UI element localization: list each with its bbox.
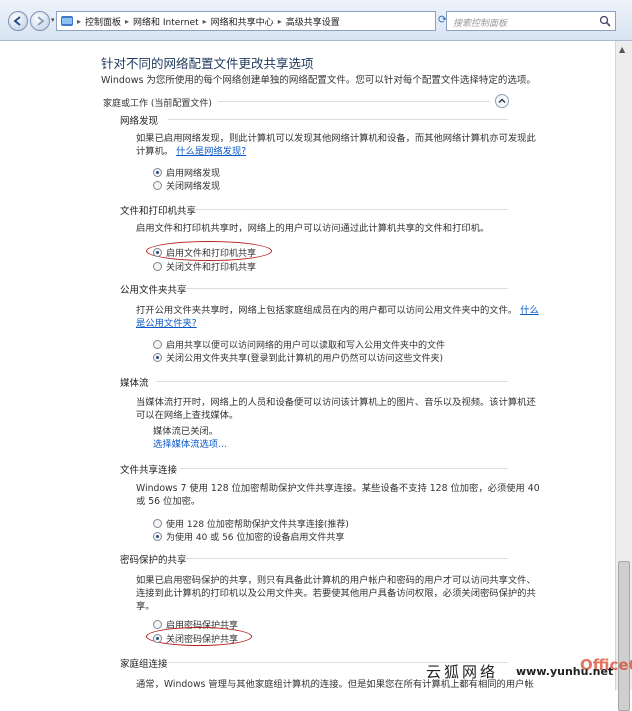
divider bbox=[192, 209, 508, 210]
radio-128-bit[interactable]: 使用 128 位加密帮助保护文件共享连接(推荐) bbox=[153, 517, 349, 530]
back-arrow-icon bbox=[13, 16, 21, 26]
radio-network-discovery-off[interactable]: 关闭网络发现 bbox=[153, 179, 220, 192]
radio-label: 使用 128 位加密帮助保护文件共享连接(推荐) bbox=[166, 520, 349, 530]
radio-public-folder-off[interactable]: 关闭公用文件夹共享(登录到此计算机的用户仍然可以访问这些文件夹) bbox=[153, 351, 443, 364]
address-bar[interactable]: ▸ 控制面板 ▸ 网络和 Internet ▸ 网络和共享中心 ▸ 高级共享设置 bbox=[56, 11, 436, 31]
watermark-url: www.yunhu.net bbox=[516, 665, 614, 678]
radio-selected-icon bbox=[153, 168, 162, 177]
radio-public-folder-on[interactable]: 启用共享以便可以访问网络的用户可以读取和写入公用文件夹中的文件 bbox=[153, 338, 445, 351]
watermark-text: 云狐网络 bbox=[426, 663, 499, 681]
divider bbox=[218, 101, 490, 102]
radio-selected-icon bbox=[153, 532, 162, 541]
breadcrumb-network-internet[interactable]: 网络和 Internet bbox=[130, 15, 202, 28]
scroll-up-icon[interactable]: ▲ bbox=[619, 45, 625, 54]
media-desc: 当媒体流打开时，网络上的人员和设备便可以访问该计算机上的图片、音乐以及视频。该计… bbox=[136, 397, 536, 408]
radio-unselected-icon bbox=[153, 181, 162, 190]
history-dropdown-icon[interactable]: ▾ bbox=[51, 16, 55, 24]
search-icon[interactable] bbox=[599, 15, 611, 27]
search-input[interactable]: 搜索控制面板 bbox=[446, 11, 616, 31]
divider bbox=[168, 119, 508, 120]
radio-label: 为使用 40 或 56 位加密的设备启用文件共享 bbox=[166, 533, 345, 543]
password-desc-2: 连接到此计算机的打印机以及公用文件夹。若要使其他用户具备访问权限，必须关闭密码保… bbox=[136, 588, 536, 599]
forward-arrow-icon bbox=[37, 16, 45, 26]
file-conn-desc: Windows 7 使用 128 位加密帮助保护文件共享连接。某些设备不支持 1… bbox=[136, 483, 540, 494]
radio-label: 关闭文件和打印机共享 bbox=[166, 263, 257, 273]
section-header-password-sharing: 密码保护的共享 bbox=[120, 555, 187, 566]
settings-content: 针对不同的网络配置文件更改共享选项 Windows 为您所使用的每个网络创建单独… bbox=[0, 41, 615, 690]
address-toolbar: ▾ ▸ 控制面板 ▸ 网络和 Internet ▸ 网络和共享中心 ▸ 高级共享… bbox=[0, 0, 632, 41]
radio-file-printer-on[interactable]: 启用文件和打印机共享 bbox=[153, 246, 256, 259]
divider bbox=[180, 468, 508, 469]
section-header-homegroup: 家庭组连接 bbox=[120, 659, 168, 670]
radio-file-printer-off[interactable]: 关闭文件和打印机共享 bbox=[153, 260, 256, 273]
divider bbox=[180, 288, 508, 289]
what-is-public-folder-link-2[interactable]: 是公用文件夹? bbox=[136, 318, 197, 329]
media-status: 媒体流已关闭。 bbox=[153, 426, 219, 437]
section-header-network-discovery: 网络发现 bbox=[120, 116, 159, 127]
file-printer-desc: 启用文件和打印机共享时，网络上的用户可以访问通过此计算机共享的文件和打印机。 bbox=[136, 223, 490, 234]
password-desc-3: 享。 bbox=[136, 601, 155, 612]
public-folder-desc: 打开公用文件夹共享时，网络上包括家庭组成员在内的用户都可以访问公用文件夹中的文件… bbox=[136, 305, 518, 316]
radio-password-off[interactable]: 关闭密码保护共享 bbox=[153, 632, 238, 645]
radio-label: 关闭网络发现 bbox=[166, 182, 221, 192]
what-is-public-folder-link[interactable]: 什么 bbox=[520, 305, 539, 316]
page-title: 针对不同的网络配置文件更改共享选项 bbox=[101, 56, 314, 71]
network-discovery-desc: 如果已启用网络发现，则此计算机可以发现其他网络计算机和设备，而其他网络计算机亦可… bbox=[136, 133, 536, 144]
search-placeholder: 搜索控制面板 bbox=[453, 19, 508, 29]
breadcrumb-control-panel[interactable]: 控制面板 bbox=[82, 15, 124, 28]
radio-label: 启用文件和打印机共享 bbox=[166, 249, 257, 259]
radio-unselected-icon bbox=[153, 620, 162, 629]
what-is-network-discovery-link[interactable]: 什么是网络发现? bbox=[176, 146, 246, 157]
radio-unselected-icon bbox=[153, 340, 162, 349]
file-conn-desc-2: 或 56 位加密。 bbox=[136, 496, 201, 507]
section-header-file-printer-sharing: 文件和打印机共享 bbox=[120, 206, 197, 217]
media-desc-2: 可以在网络上查找媒体。 bbox=[136, 410, 239, 421]
radio-label: 启用共享以便可以访问网络的用户可以读取和写入公用文件夹中的文件 bbox=[166, 341, 446, 351]
section-header-public-folder: 公用文件夹共享 bbox=[120, 285, 187, 296]
radio-unselected-icon bbox=[153, 262, 162, 271]
section-header-file-sharing-connections: 文件共享连接 bbox=[120, 465, 178, 476]
vertical-scrollbar[interactable]: ▲ bbox=[615, 41, 632, 711]
radio-label: 启用网络发现 bbox=[166, 169, 221, 179]
radio-label: 关闭公用文件夹共享(登录到此计算机的用户仍然可以访问这些文件夹) bbox=[166, 354, 444, 364]
radio-selected-icon bbox=[153, 634, 162, 643]
choose-media-options-link[interactable]: 选择媒体流选项... bbox=[153, 438, 227, 451]
control-panel-icon bbox=[61, 16, 73, 26]
radio-unselected-icon bbox=[153, 519, 162, 528]
section-header-media-streaming: 媒体流 bbox=[120, 378, 149, 389]
radio-40-56-bit[interactable]: 为使用 40 或 56 位加密的设备启用文件共享 bbox=[153, 530, 344, 543]
network-discovery-desc-2: 计算机。 bbox=[136, 146, 174, 157]
profile-header[interactable]: 家庭或工作 (当前配置文件) bbox=[103, 96, 212, 109]
watermark: Office66 云狐网络 www.yunhu.net bbox=[420, 656, 632, 690]
radio-selected-icon bbox=[153, 248, 162, 257]
radio-selected-icon bbox=[153, 353, 162, 362]
radio-label: 关闭密码保护共享 bbox=[166, 635, 239, 645]
divider bbox=[180, 558, 508, 559]
page-intro: Windows 为您所使用的每个网络创建单独的网络配置文件。您可以针对每个配置文… bbox=[101, 75, 536, 86]
breadcrumb-network-sharing-center[interactable]: 网络和共享中心 bbox=[208, 15, 277, 28]
back-button[interactable] bbox=[8, 11, 28, 31]
chevron-up-icon bbox=[498, 98, 506, 103]
password-desc: 如果已启用密码保护的共享，则只有具备此计算机的用户帐户和密码的用户才可以访问共享… bbox=[136, 575, 536, 586]
forward-button[interactable] bbox=[30, 11, 50, 31]
radio-network-discovery-on[interactable]: 启用网络发现 bbox=[153, 166, 220, 179]
collapse-button[interactable] bbox=[495, 94, 509, 108]
divider bbox=[156, 381, 508, 382]
breadcrumb-advanced-sharing[interactable]: 高级共享设置 bbox=[283, 15, 343, 28]
